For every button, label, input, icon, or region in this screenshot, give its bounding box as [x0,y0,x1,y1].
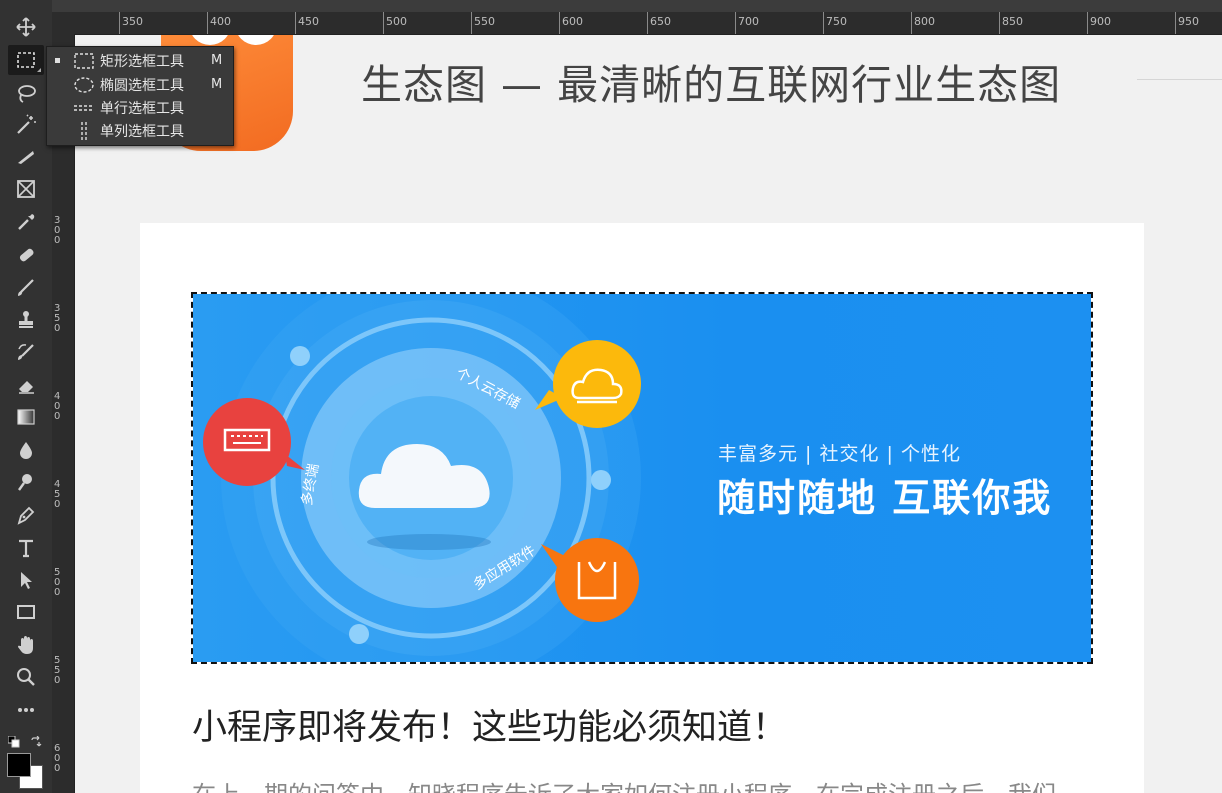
ruler-label: 6 0 0 [54,743,61,774]
swap-colors-icon[interactable] [30,733,42,747]
flyout-item-rect-marquee[interactable]: 矩形选框工具 M [47,49,233,72]
single-row-marquee-icon [74,104,94,111]
flyout-item-shortcut: M [211,77,223,92]
article-title: 小程序即将发布！这些功能必须知道！ [192,708,788,748]
ruler-label: 5 0 0 [54,567,61,598]
tools-panel [0,0,52,793]
banner-image: 个人云存储 多终端 多应用软件 丰富多元 | 社交化 | 个性化 随时随地 互联… [191,292,1093,664]
ruler-ticks [119,12,1176,34]
ruler-label: 3 5 0 [54,303,61,334]
ruler-label: 5 5 0 [54,655,61,686]
eraser-tool-icon[interactable] [8,370,44,400]
ruler-label: 4 5 0 [54,479,61,510]
banner-tagline-big: 随时随地 互联你我 [717,476,1053,520]
document-tab-strip[interactable] [52,0,1222,12]
lasso-tool-icon[interactable] [8,78,44,108]
eyedropper-tool-icon[interactable] [8,207,44,237]
hand-tool-icon[interactable] [8,630,44,660]
selected-indicator [55,58,60,63]
path-selection-tool-icon[interactable] [8,565,44,595]
flyout-item-label: 单列选框工具 [100,123,184,140]
foreground-color-swatch[interactable] [7,753,31,777]
banner-tagline-small: 丰富多元 | 社交化 | 个性化 [718,443,961,465]
zoom-tool-icon[interactable] [8,662,44,692]
flyout-item-label: 椭圆选框工具 [100,77,184,94]
flyout-item-shortcut: M [211,53,223,68]
rect-marquee-icon [74,52,94,69]
flyout-item-single-column-marquee[interactable]: 单列选框工具 [47,119,233,142]
horizontal-ruler[interactable]: 350 400 450 500 550 600 650 700 750 800 … [52,12,1222,35]
ruler-label: 3 0 0 [54,215,61,246]
marquee-tool-icon[interactable] [8,45,44,75]
marquee-tool-flyout: 矩形选框工具 M 椭圆选框工具 M 单行选框工具 单列选框工具 [46,46,234,146]
stamp-tool-icon[interactable] [8,304,44,334]
default-colors-icon[interactable] [7,733,20,748]
page-title: 生态图 — 最清晰的互联网行业生态图 [361,61,1062,109]
move-tool-icon[interactable] [8,12,44,42]
document-canvas[interactable]: 生态图 — 最清晰的互联网行业生态图 个人云存储 多终端 多应用软件 丰富多元 … [75,35,1222,793]
rectangle-tool-icon[interactable] [8,597,44,627]
flyout-item-ellipse-marquee[interactable]: 椭圆选框工具 M [47,73,233,96]
slice-tool-icon[interactable] [8,142,44,172]
history-brush-tool-icon[interactable] [8,337,44,367]
brush-tool-icon[interactable] [8,272,44,302]
vertical-ruler[interactable]: 3 0 0 3 5 0 4 0 0 4 5 0 5 0 0 5 5 0 6 0 … [52,34,75,793]
healing-brush-tool-icon[interactable] [8,240,44,270]
flyout-item-label: 矩形选框工具 [100,53,184,70]
pen-tool-icon[interactable] [8,500,44,530]
flyout-item-single-row-marquee[interactable]: 单行选框工具 [47,96,233,119]
article-body: 在上一期的问答中，知晓程序告诉了大家如何注册小程序。在完成注册之后，我们 [192,775,1056,793]
frame-tool-icon[interactable] [8,174,44,204]
more-tools-icon[interactable] [8,695,44,725]
gradient-tool-icon[interactable] [8,402,44,432]
single-column-marquee-icon [81,121,87,140]
divider [1137,79,1222,80]
flyout-item-label: 单行选框工具 [100,100,184,117]
ellipse-marquee-icon [74,76,94,93]
dodge-tool-icon[interactable] [8,467,44,497]
ruler-label: 4 0 0 [54,391,61,422]
blur-tool-icon[interactable] [8,435,44,465]
type-tool-icon[interactable] [8,533,44,563]
magic-wand-tool-icon[interactable] [8,110,44,140]
